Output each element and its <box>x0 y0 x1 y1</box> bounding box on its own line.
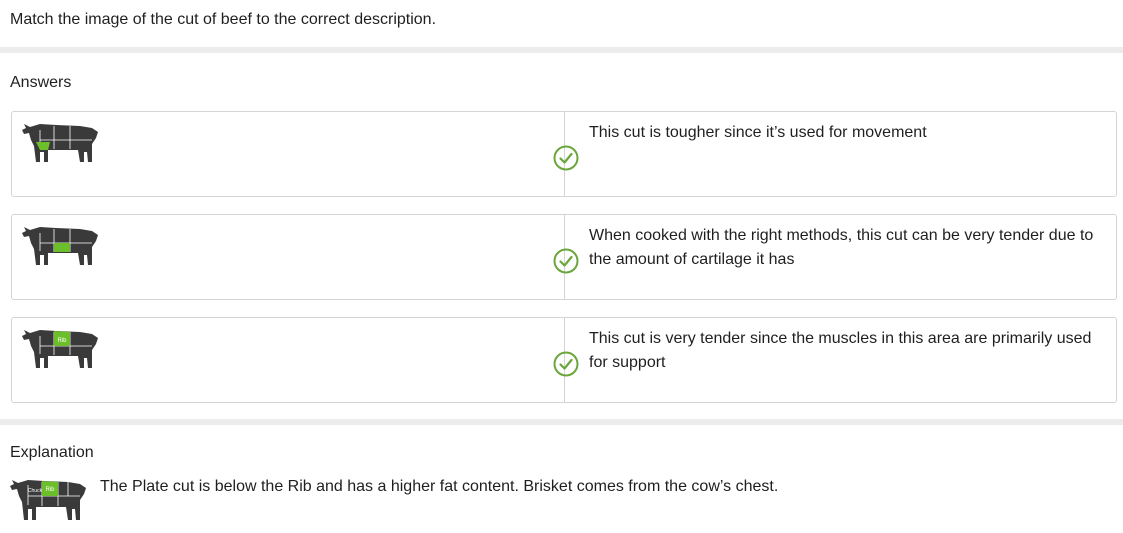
section-separator <box>0 419 1123 425</box>
beef-cut-diagram-icon <box>22 227 98 265</box>
section-separator <box>0 47 1123 53</box>
chuck-label: Chuck <box>28 488 43 494</box>
answer-row[interactable]: When cooked with the right methods, this… <box>11 214 1117 300</box>
check-circle-icon <box>553 145 579 171</box>
answer-description: This cut is tougher since it’s used for … <box>589 124 927 141</box>
rib-label: Rib <box>45 487 55 493</box>
check-circle-icon <box>553 351 579 377</box>
answer-row[interactable]: Rib This cut is very tender since the mu… <box>11 317 1117 403</box>
explanation-text: The Plate cut is below the Rib and has a… <box>100 478 779 495</box>
answers-heading: Answers <box>10 74 72 91</box>
question-text: Match the image of the cut of beef to th… <box>10 11 437 28</box>
beef-cut-diagram-icon <box>22 124 98 162</box>
check-circle-icon <box>553 248 579 274</box>
answer-description: This cut is very tender since the muscle… <box>589 330 1092 371</box>
answer-description: When cooked with the right methods, this… <box>589 227 1094 268</box>
beef-cuts-map-icon: Chuck Rib <box>10 480 86 520</box>
explanation-heading: Explanation <box>10 444 94 461</box>
answer-row[interactable]: This cut is tougher since it’s used for … <box>11 111 1117 197</box>
beef-cut-diagram-icon: Rib <box>22 330 98 368</box>
rib-label: Rib <box>57 338 67 344</box>
